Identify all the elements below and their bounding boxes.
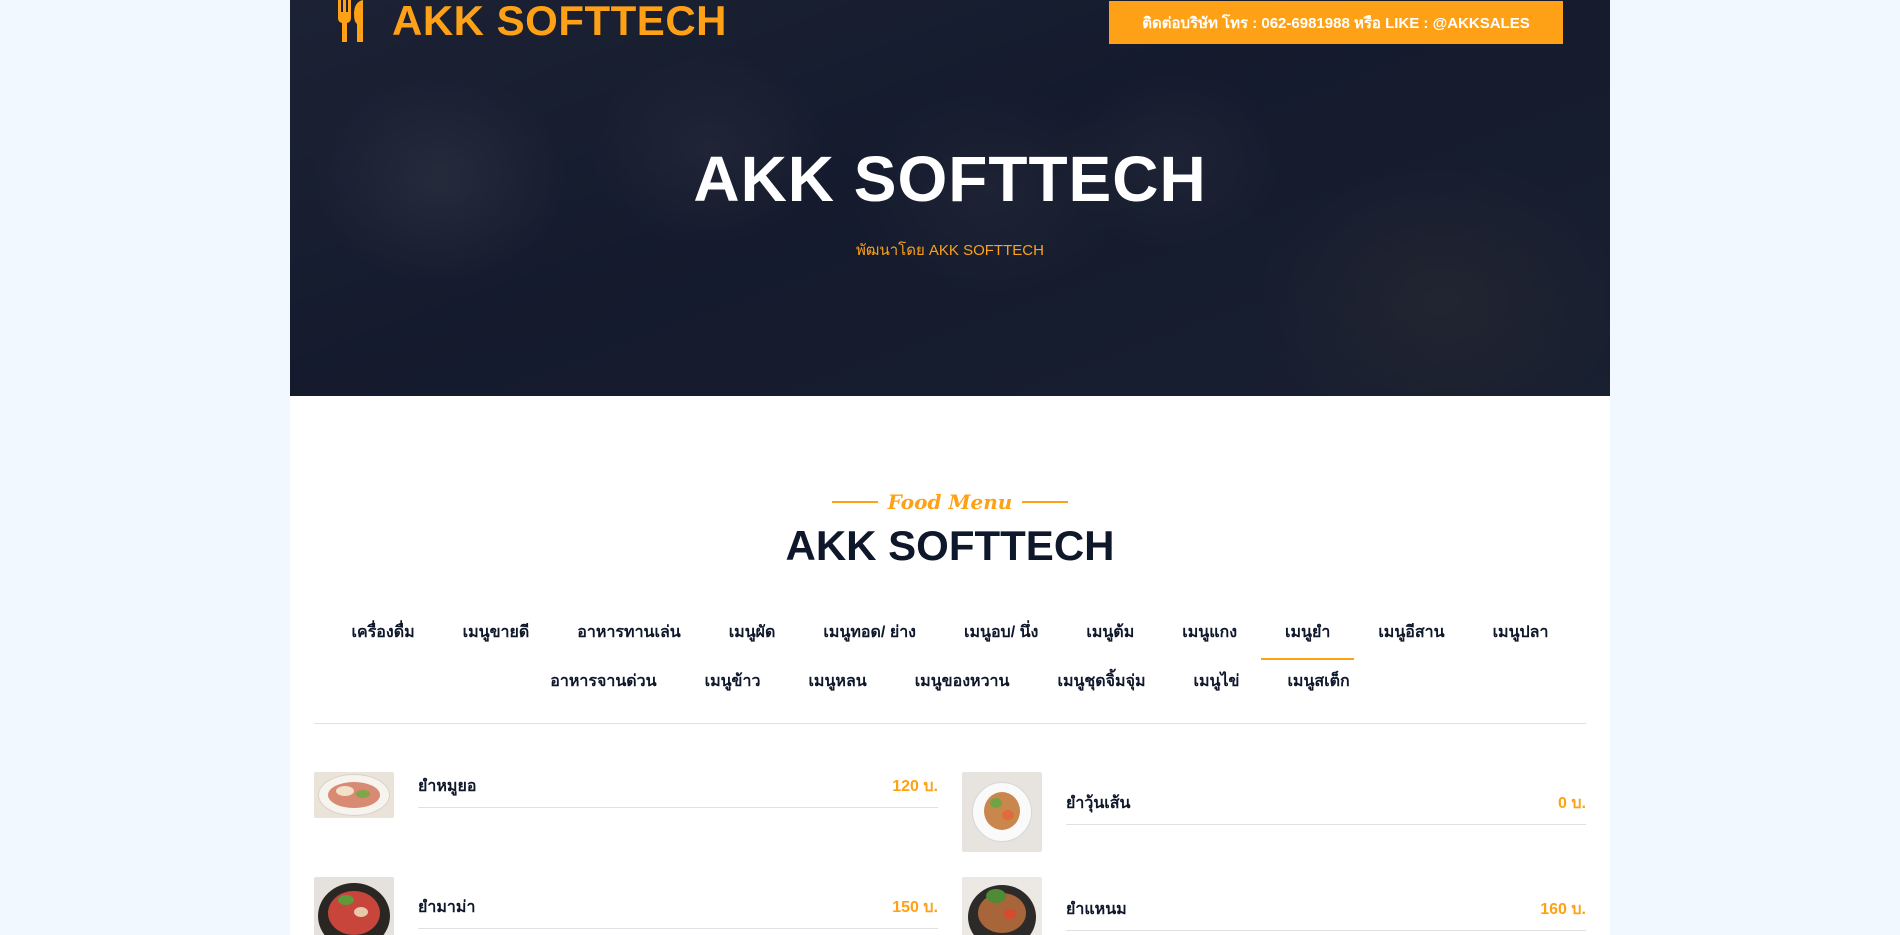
food-image [314, 772, 394, 818]
menu-item-name: ยำมาม่า [418, 899, 476, 916]
tab-quick-dish[interactable]: อาหารจานด่วน [526, 665, 680, 709]
menu-item-name: ยำวุ้นเส้น [1066, 795, 1131, 812]
tab-bestseller[interactable]: เมนูขายดี [439, 616, 554, 660]
page-container: AKK SOFTTECH ติดต่อบริษัท โทร : 062-6981… [290, 0, 1610, 935]
menu-item[interactable]: ยำแหนม 160 บ. [962, 877, 1586, 935]
menu-item-price: 150 บ. [892, 899, 938, 916]
brand-name: AKK SOFTTECH [392, 0, 727, 44]
section-tag-text: Food Menu [887, 490, 1013, 514]
menu-item-body: ยำแหนม 160 บ. [1066, 897, 1586, 931]
menu-item-name: ยำหมูยอ [418, 778, 477, 795]
tab-drinks[interactable]: เครื่องดื่ม [328, 616, 439, 660]
tab-boiled[interactable]: เมนูต้ม [1062, 616, 1158, 660]
contact-button[interactable]: ติดต่อบริษัท โทร : 062-6981988 หรือ LIKE… [1109, 1, 1563, 44]
tab-isan[interactable]: เมนูอีสาน [1354, 616, 1468, 660]
menu-tabs: เครื่องดื่ม เมนูขายดี อาหารทานเล่น เมนูผ… [314, 616, 1586, 714]
menu-item-price: 120 บ. [892, 778, 938, 795]
utensils-icon [338, 0, 363, 42]
hero-subtitle: พัฒนาโดย AKK SOFTTECH [856, 242, 1044, 259]
tab-rice[interactable]: เมนูข้าว [681, 665, 785, 709]
tab-salad[interactable]: เมนูยำ [1261, 616, 1355, 660]
tab-appetizers[interactable]: อาหารทานเล่น [553, 616, 704, 660]
food-image [314, 877, 394, 935]
tab-curry[interactable]: เมนูแกง [1158, 616, 1261, 660]
menu-item-price: 0 บ. [1558, 795, 1586, 812]
tab-stir-fry[interactable]: เมนูผัด [705, 616, 800, 660]
tab-row-1: เครื่องดื่ม เมนูขายดี อาหารทานเล่น เมนูผ… [314, 616, 1586, 660]
hero-banner: AKK SOFTTECH ติดต่อบริษัท โทร : 062-6981… [290, 0, 1610, 396]
menu-item[interactable]: ยำวุ้นเส้น 0 บ. [962, 772, 1586, 852]
brand-logo[interactable]: AKK SOFTTECH [336, 0, 727, 42]
menu-item-body: ยำหมูยอ 120 บ. [418, 774, 938, 808]
menu-item-body: ยำมาม่า 150 บ. [418, 895, 938, 929]
tab-lon[interactable]: เมนูหลน [784, 665, 890, 709]
tag-line-left [831, 501, 878, 503]
tab-egg[interactable]: เมนูไข่ [1170, 665, 1264, 709]
tab-dessert[interactable]: เมนูของหวาน [891, 665, 1034, 709]
menu-item[interactable]: ยำหมูยอ 120 บ. [314, 772, 938, 818]
tab-baked-steamed[interactable]: เมนูอบ/ นึ่ง [940, 616, 1062, 660]
tab-fish[interactable]: เมนูปลา [1469, 616, 1573, 660]
menu-item-name: ยำแหนม [1066, 901, 1127, 918]
tabs-divider [314, 723, 1586, 724]
food-image [962, 877, 1042, 935]
tab-row-2: อาหารจานด่วน เมนูข้าว เมนูหลน เมนูของหวา… [314, 665, 1586, 709]
tag-line-right [1022, 501, 1069, 503]
hero-title: AKK SOFTTECH [693, 143, 1207, 215]
food-image [962, 772, 1042, 852]
menu-item-body: ยำวุ้นเส้น 0 บ. [1066, 791, 1586, 825]
tab-steak[interactable]: เมนูสเต็ก [1263, 665, 1373, 709]
tab-hotpot-set[interactable]: เมนูชุดจิ้มจุ่ม [1033, 665, 1169, 709]
section-tag: Food Menu [290, 490, 1610, 514]
menu-item-price: 160 บ. [1540, 901, 1586, 918]
menu-item[interactable]: ยำมาม่า 150 บ. [314, 877, 938, 935]
tab-fried-grilled[interactable]: เมนูทอด/ ย่าง [799, 616, 940, 660]
section-title: AKK SOFTTECH [785, 522, 1115, 569]
